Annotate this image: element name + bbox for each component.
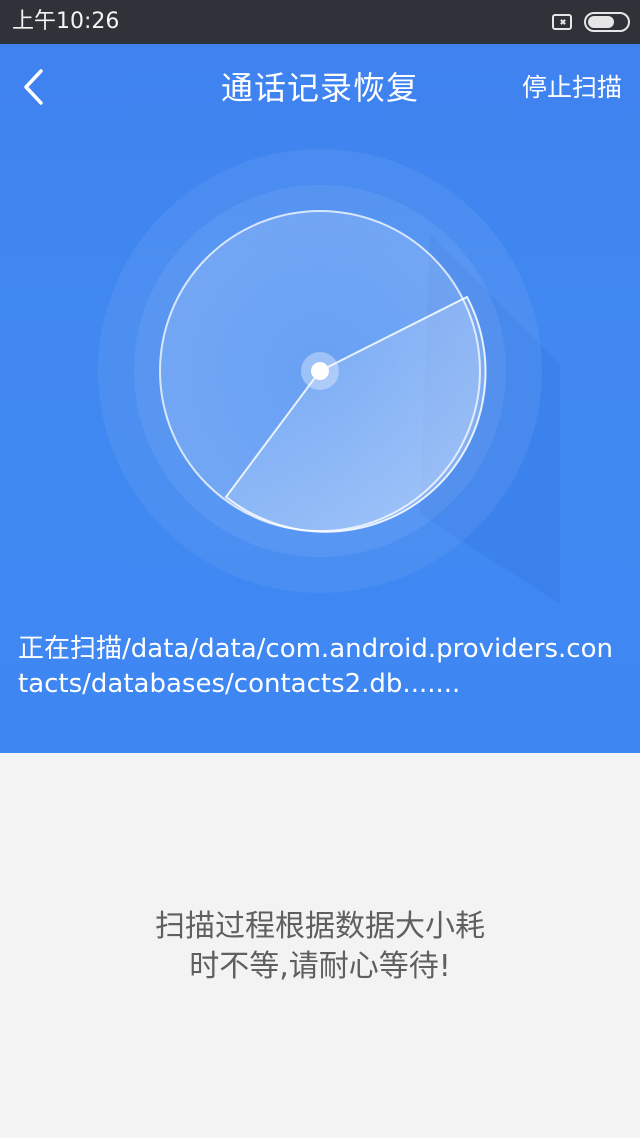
screen: 上午10:26 通话记录恢复 停止扫描 正在扫描/data/data/com.a…	[0, 0, 640, 1138]
scan-progress-text: 正在扫描/data/data/com.android.providers.con…	[18, 634, 613, 699]
wait-message-line-2: 时不等,请耐心等待!	[189, 949, 451, 984]
status-icons	[552, 11, 630, 33]
wait-message: 扫描过程根据数据大小耗 时不等,请耐心等待!	[100, 907, 540, 987]
scan-panel: 通话记录恢复 停止扫描 正在扫描/data/data/com.android.p…	[0, 44, 640, 753]
status-time: 上午10:26	[12, 9, 120, 34]
wait-message-line-1: 扫描过程根据数据大小耗	[155, 909, 485, 944]
battery-icon	[584, 12, 630, 32]
radar-center-dot	[311, 362, 329, 380]
title-bar: 通话记录恢复 停止扫描	[0, 44, 640, 134]
stop-scan-button[interactable]: 停止扫描	[522, 72, 622, 104]
no-sim-icon	[552, 14, 572, 30]
info-area: 扫描过程根据数据大小耗 时不等,请耐心等待!	[0, 753, 640, 1138]
status-bar: 上午10:26	[0, 0, 640, 44]
battery-level	[588, 16, 614, 28]
